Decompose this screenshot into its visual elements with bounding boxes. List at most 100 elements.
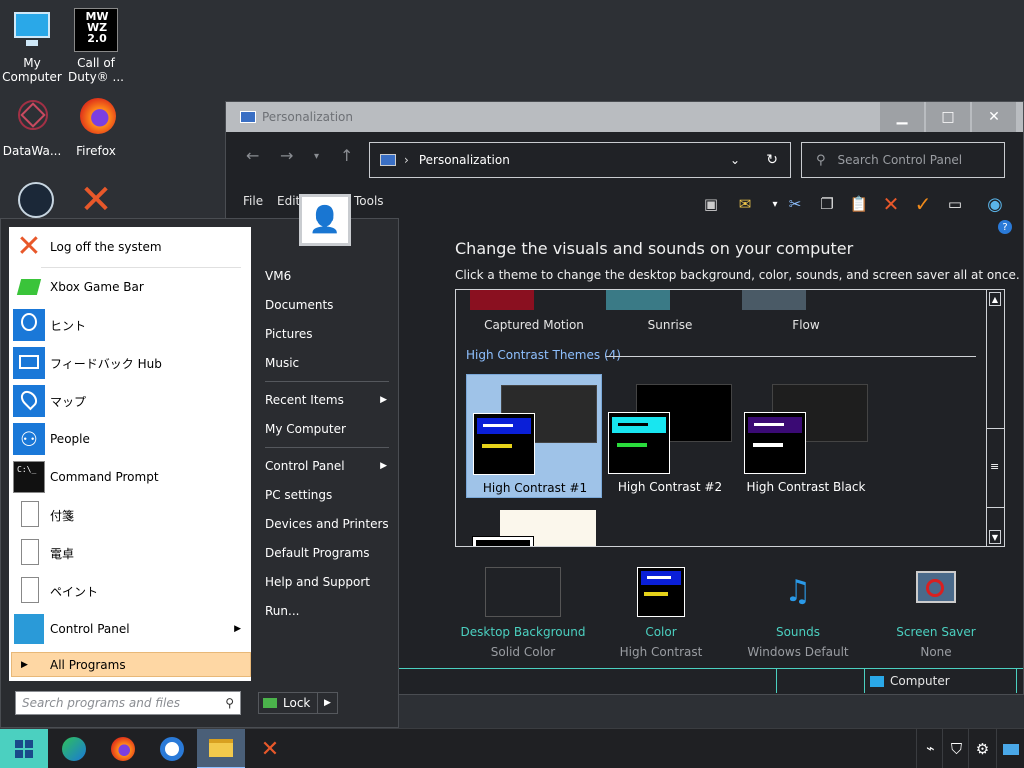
places-pc-settings[interactable]: PC settings <box>255 482 395 508</box>
tips-icon <box>13 309 45 341</box>
maps-item[interactable]: マップ <box>13 383 247 419</box>
delete-icon[interactable]: ✕ <box>880 192 902 216</box>
theme-high-contrast-black[interactable]: High Contrast Black <box>738 374 874 498</box>
screen-saver-link[interactable]: Screen Saver None <box>866 567 1006 659</box>
scroll-grip-icon: ≡ <box>990 460 1000 473</box>
maximize-button[interactable]: □ <box>926 102 970 132</box>
start-button[interactable] <box>0 729 48 768</box>
lock-button[interactable]: Lock ▶ <box>258 692 338 714</box>
paint-item[interactable]: ペイント <box>13 573 247 609</box>
calculator-item[interactable]: 電卓 <box>13 535 247 571</box>
color-link[interactable]: Color High Contrast <box>591 567 731 659</box>
feedback-hub-item[interactable]: フィードバック Hub <box>13 345 247 381</box>
places-help-and-support[interactable]: Help and Support <box>255 569 395 595</box>
window-title: Personalization <box>262 110 353 124</box>
forward-icon[interactable]: → <box>280 146 293 165</box>
sounds-icon: ♫ <box>784 574 812 609</box>
chevron-down-icon[interactable]: ⌄ <box>730 153 740 167</box>
minimize-button[interactable]: ▁ <box>880 102 924 132</box>
theme-label[interactable]: Sunrise <box>602 318 738 332</box>
apply-icon[interactable]: ✓ <box>912 192 934 216</box>
taskbar-edge[interactable] <box>50 729 98 768</box>
theme-high-contrast-1[interactable]: High Contrast #1 <box>466 374 602 498</box>
taskbar-file-explorer[interactable] <box>197 729 245 768</box>
theme-thumb-captured-motion[interactable] <box>470 290 534 310</box>
vertical-scrollbar[interactable]: ▲ ≡ ▼ <box>986 290 1004 546</box>
close-button[interactable]: ✕ <box>972 102 1016 132</box>
copy-icon[interactable]: ❐ <box>816 193 838 215</box>
taskbar-chrome[interactable] <box>148 729 196 768</box>
menu-tools[interactable]: Tools <box>354 194 384 208</box>
tray-notifications[interactable] <box>996 729 1024 768</box>
preview-pane-icon[interactable]: ▣ <box>700 193 722 215</box>
scroll-up-icon[interactable]: ▲ <box>989 292 1001 306</box>
command-prompt-item[interactable]: C:\_ Command Prompt <box>13 459 247 495</box>
user-avatar[interactable]: 👤 <box>299 194 351 246</box>
places-run[interactable]: Run... <box>255 598 395 624</box>
up-icon[interactable]: ↑ <box>340 146 353 165</box>
menu-file[interactable]: File <box>243 194 263 208</box>
properties-icon[interactable]: ▭ <box>944 193 966 215</box>
help-icon[interactable]: ? <box>998 220 1012 234</box>
tray-network[interactable]: ⌁ <box>916 729 944 768</box>
globe-icon[interactable]: ◉ <box>984 193 1006 215</box>
breadcrumb-chevron-icon: › <box>404 153 409 167</box>
theme-list[interactable]: Captured Motion Sunrise Flow High Contra… <box>455 289 1005 547</box>
tips-item[interactable]: ヒント <box>13 307 247 343</box>
theme-label[interactable]: Flow <box>738 318 874 332</box>
places-pictures[interactable]: Pictures <box>255 321 395 347</box>
paste-icon[interactable]: 📋 <box>848 193 870 215</box>
desktop-icon-datawave[interactable]: DataWa... <box>0 96 64 158</box>
start-search-input[interactable]: Search programs and files ⚲ <box>15 691 241 715</box>
places-recent-items[interactable]: Recent Items ▶ <box>255 387 395 413</box>
places-my-computer[interactable]: My Computer <box>255 416 395 442</box>
scroll-down-icon[interactable]: ▼ <box>989 530 1001 544</box>
theme-thumb-sunrise[interactable] <box>606 290 670 310</box>
start-menu: ✕ Log off the system Xbox Game Bar ヒント フ… <box>0 218 399 728</box>
recent-pages-icon[interactable]: ▾ <box>314 151 319 162</box>
search-input[interactable]: ⚲ Search Control Panel <box>801 142 1005 178</box>
people-item[interactable]: ⚇ People <box>13 421 247 457</box>
submenu-arrow-icon: ▶ <box>380 395 387 405</box>
tray-security[interactable]: ⛉ <box>942 729 970 768</box>
dropdown-icon[interactable]: ▾ <box>764 193 786 215</box>
screen-saver-icon <box>898 567 974 617</box>
control-panel-item[interactable]: Control Panel ▶ <box>13 611 247 647</box>
sounds-link[interactable]: ♫ Sounds Windows Default <box>728 567 868 659</box>
taskbar-x-app[interactable]: ✕ <box>246 729 294 768</box>
places-vm6[interactable]: VM6 <box>255 263 395 289</box>
lock-options-icon[interactable]: ▶ <box>317 693 337 713</box>
back-icon[interactable]: ← <box>246 146 259 165</box>
places-music[interactable]: Music <box>255 350 395 376</box>
network-icon: ⌁ <box>926 741 935 757</box>
personalization-icon <box>240 111 256 123</box>
organize-icon[interactable]: ✉ <box>734 193 756 215</box>
address-bar[interactable]: › Personalization ⌄ ↻ <box>369 142 791 178</box>
places-control-panel[interactable]: Control Panel ▶ <box>255 453 395 479</box>
cut-icon[interactable]: ✂ <box>784 193 806 215</box>
desktop-icon-call-of-duty[interactable]: MW WZ 2.0 Call of Duty® ... <box>64 8 128 84</box>
menu-edit[interactable]: Edit <box>277 194 300 208</box>
theme-label[interactable]: Captured Motion <box>466 318 602 332</box>
desktop-icon-firefox[interactable]: Firefox <box>64 96 128 158</box>
security-icon: ⛉ <box>950 740 963 758</box>
places-default-programs[interactable]: Default Programs <box>255 540 395 566</box>
theme-thumb-flow[interactable] <box>742 290 806 310</box>
theme-high-contrast-2[interactable]: High Contrast #2 <box>602 374 738 498</box>
refresh-icon[interactable]: ↻ <box>766 152 778 168</box>
places-devices-and-printers[interactable]: Devices and Printers <box>255 511 395 537</box>
document-icon <box>13 499 45 531</box>
people-icon: ⚇ <box>13 423 45 455</box>
places-documents[interactable]: Documents <box>255 292 395 318</box>
start-icon <box>15 740 33 758</box>
desktop-icon-my-computer[interactable]: My Computer <box>0 8 64 84</box>
all-programs-button[interactable]: ▶ All Programs <box>11 652 251 677</box>
taskbar-firefox[interactable] <box>99 729 147 768</box>
tray-settings[interactable]: ⚙ <box>968 729 996 768</box>
sticky-notes-item[interactable]: 付箋 <box>13 497 247 533</box>
title-bar[interactable]: Personalization ▁ □ ✕ <box>226 102 1023 132</box>
log-off-item[interactable]: ✕ Log off the system <box>13 229 247 265</box>
xbox-game-bar-item[interactable]: Xbox Game Bar <box>13 269 247 305</box>
breadcrumb[interactable]: Personalization <box>419 153 510 167</box>
desktop-background-link[interactable]: Desktop Background Solid Color <box>453 567 593 659</box>
